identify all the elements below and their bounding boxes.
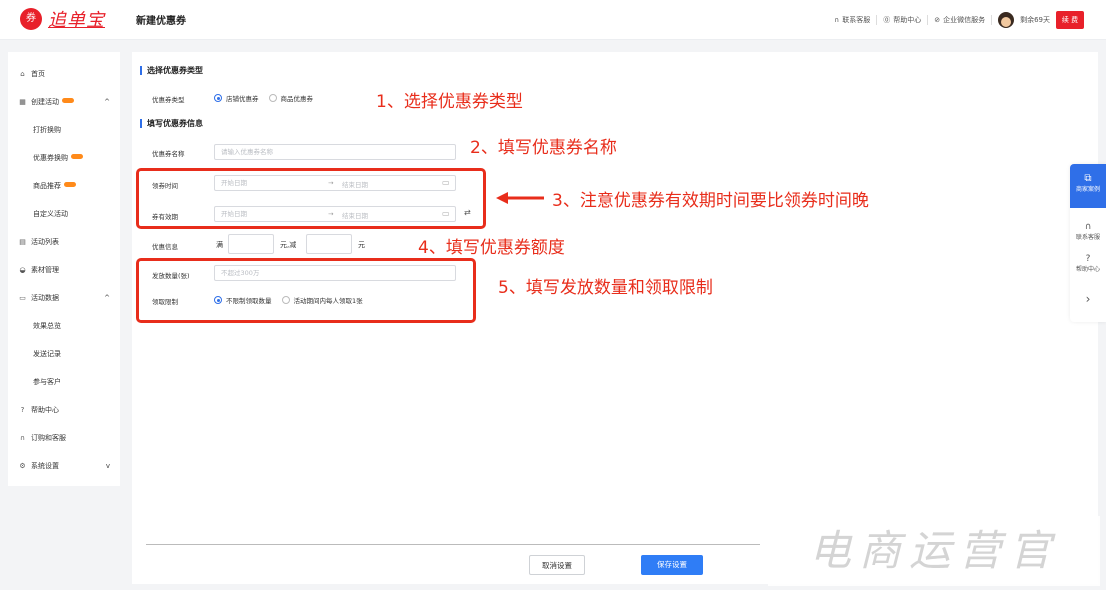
watermark: 电商运营官 — [768, 516, 1100, 586]
check-circle-icon: ⊘ — [934, 16, 941, 24]
annotation-step-1: 1、选择优惠券类型 — [376, 92, 523, 112]
sidebar-item-create-activity[interactable]: ▦ 创建活动 ^ — [8, 92, 120, 112]
help-icon: ? — [1085, 254, 1091, 264]
sidebar-item-send-records[interactable]: 发送记录 — [8, 344, 120, 364]
float-contact-service[interactable]: ∩ 联系客服 — [1070, 222, 1106, 241]
sidebar-item-activity-list[interactable]: ▤ 活动列表 — [8, 232, 120, 252]
radio-product-coupon[interactable]: 商品优惠券 — [268, 93, 313, 103]
headset-icon: ∩ — [19, 433, 26, 442]
sidebar-item-home[interactable]: ⌂ 首页 — [8, 64, 120, 84]
coupon-type-radios: 店铺优惠券 商品优惠券 — [214, 93, 313, 103]
section-title-info: 填写优惠券信息 — [140, 119, 203, 128]
case-icon: ⧉ — [1084, 173, 1092, 184]
logo-icon: 券 — [20, 8, 42, 30]
collapse-chevron-icon[interactable]: › — [1070, 292, 1106, 306]
new-badge — [62, 97, 74, 103]
top-bar: 券 追单宝 新建优惠券 ∩ 联系客服 ⓪ 帮助中心 ⊘ 企业微信服务 剩余69天 续 … — [0, 0, 1106, 40]
sidebar-item-discount[interactable]: 打折换购 — [8, 120, 120, 140]
sidebar-item-materials[interactable]: ◒ 素材管理 — [8, 260, 120, 280]
discount-amount-input[interactable] — [306, 234, 352, 254]
sidebar-item-overview[interactable]: 效果总览 — [8, 316, 120, 336]
new-badge — [71, 153, 83, 159]
floating-toolbar: ⧉ 商家案例 ∩ 联系客服 ? 帮助中心 › — [1070, 164, 1106, 322]
float-help-center[interactable]: ? 帮助中心 — [1070, 254, 1106, 273]
sidebar-item-subscription[interactable]: ∩ 订购和客服 — [8, 428, 120, 448]
chevron-up-icon: ^ — [104, 98, 110, 106]
help-icon: ? — [20, 405, 25, 414]
list-icon: ▤ — [19, 237, 26, 246]
contact-service-link[interactable]: ∩ 联系客服 — [834, 15, 870, 25]
sidebar-item-coupon-exchange[interactable]: 优惠券换购 — [8, 148, 120, 168]
page-title: 新建优惠券 — [136, 16, 186, 27]
coupon-name-input[interactable]: 请输入优惠券名称 — [214, 144, 456, 160]
radio-store-coupon[interactable]: 店铺优惠券 — [214, 93, 259, 103]
divider — [991, 15, 993, 25]
sidebar-item-customers[interactable]: 参与客户 — [8, 372, 120, 392]
gear-icon: ⚙ — [19, 461, 26, 470]
divider — [927, 15, 929, 25]
highlight-box-quantity — [136, 258, 476, 323]
annotation-step-2: 2、填写优惠券名称 — [470, 138, 617, 158]
save-button[interactable]: 保存设置 — [641, 555, 703, 575]
sidebar: ⌂ 首页 ▦ 创建活动 ^ 打折换购 优惠券换购 商品推荐 自定义活动 ▤ 活动列表 ◒… — [8, 52, 120, 486]
calendar-icon: ▦ — [19, 97, 26, 106]
remaining-days: 剩余69天 — [1020, 16, 1050, 24]
logo-text[interactable]: 追单宝 — [48, 6, 105, 32]
radio-off-icon — [268, 94, 277, 102]
top-right-actions: ∩ 联系客服 ⓪ 帮助中心 ⊘ 企业微信服务 剩余69天 续 费 — [834, 8, 1084, 32]
discount-full-text: 满 — [216, 241, 223, 249]
sidebar-item-activity-data[interactable]: ▭ 活动数据 ^ — [8, 288, 120, 308]
divider — [876, 15, 878, 25]
chevron-down-icon: v — [105, 462, 110, 470]
help-icon: ⓪ — [883, 16, 891, 24]
headset-icon: ∩ — [834, 16, 840, 24]
home-icon: ⌂ — [20, 69, 25, 78]
merchant-cases-button[interactable]: ⧉ 商家案例 — [1070, 164, 1106, 208]
annotation-step-5: 5、填写发放数量和领取限制 — [498, 278, 713, 298]
chart-icon: ▭ — [19, 293, 26, 302]
renew-button[interactable]: 续 费 — [1056, 11, 1084, 29]
discount-unit-text: 元 — [358, 241, 365, 249]
chevron-up-icon: ^ — [104, 294, 110, 302]
headset-icon: ∩ — [1084, 222, 1092, 232]
arrow-left-icon — [496, 192, 544, 204]
avatar[interactable] — [998, 12, 1015, 28]
discount-label: 优惠信息 — [152, 243, 178, 251]
cancel-button[interactable]: 取消设置 — [529, 555, 585, 575]
highlight-box-dates — [136, 168, 486, 229]
coupon-type-label: 优惠券类型 — [152, 96, 185, 104]
coupon-name-label: 优惠券名称 — [152, 150, 185, 158]
section-title-type: 选择优惠券类型 — [140, 66, 203, 75]
sidebar-item-custom-activity[interactable]: 自定义活动 — [8, 204, 120, 224]
sidebar-item-product-recommend[interactable]: 商品推荐 — [8, 176, 120, 196]
discount-mid-text: 元,减 — [280, 241, 297, 249]
help-center-link[interactable]: ⓪ 帮助中心 — [883, 15, 921, 25]
sidebar-item-help[interactable]: ? 帮助中心 — [8, 400, 120, 420]
annotation-step-4: 4、填写优惠券额度 — [418, 238, 565, 258]
wechat-service-link[interactable]: ⊘ 企业微信服务 — [934, 15, 985, 25]
radio-on-icon — [214, 94, 222, 102]
annotation-step-3: 3、注意优惠券有效期时间要比领券时间晚 — [552, 191, 869, 211]
footer-divider — [146, 544, 760, 545]
sidebar-item-settings[interactable]: ⚙ 系统设置 v — [8, 456, 120, 476]
discount-threshold-input[interactable] — [228, 234, 274, 254]
new-badge — [64, 181, 76, 187]
folder-icon: ◒ — [19, 265, 26, 274]
